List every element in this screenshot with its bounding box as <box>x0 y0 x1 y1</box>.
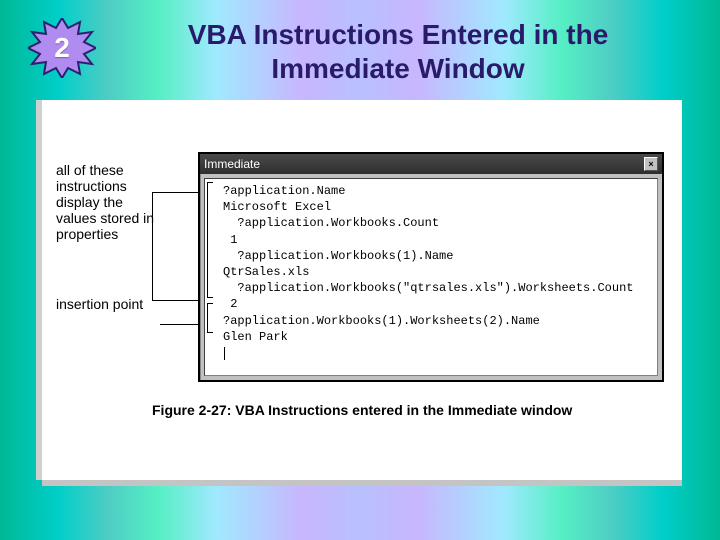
code-line: ?application.Workbooks(1).Name <box>223 248 651 264</box>
code-line: QtrSales.xls <box>223 264 651 280</box>
code-line: Glen Park <box>223 329 651 345</box>
code-line: ?application.Name <box>223 183 651 199</box>
annotation-line <box>160 324 198 325</box>
code-line: ?application.Workbooks.Count <box>223 215 651 231</box>
code-bracket-icon <box>207 182 213 298</box>
code-bracket-icon <box>207 303 213 333</box>
annotation-bracket <box>152 192 153 300</box>
code-line: ?application.Workbooks(1).Worksheets(2).… <box>223 313 651 329</box>
immediate-body[interactable]: ?application.Name Microsoft Excel ?appli… <box>204 178 658 376</box>
cursor-line <box>223 345 651 361</box>
close-icon[interactable]: × <box>644 157 658 171</box>
immediate-window: Immediate × ?application.Name Microsoft … <box>198 152 664 382</box>
text-cursor-icon <box>224 347 225 360</box>
annotation-properties: all of these instructions display the va… <box>56 162 166 242</box>
annotation-line <box>152 192 198 193</box>
immediate-title: Immediate <box>204 157 260 171</box>
code-line: 1 <box>223 232 651 248</box>
code-line: Microsoft Excel <box>223 199 651 215</box>
slide-number: 2 <box>54 32 70 64</box>
code-line: ?application.Workbooks("qtrsales.xls").W… <box>223 280 651 296</box>
code-line: 2 <box>223 296 651 312</box>
slide-title: VBA Instructions Entered in the Immediat… <box>128 18 668 85</box>
figure-panel: all of these instructions display the va… <box>42 100 682 480</box>
figure-caption: Figure 2-27: VBA Instructions entered in… <box>152 402 572 418</box>
slide-number-badge: 2 <box>28 18 96 78</box>
immediate-titlebar: Immediate × <box>200 154 662 174</box>
annotation-insertion-point: insertion point <box>56 296 166 312</box>
